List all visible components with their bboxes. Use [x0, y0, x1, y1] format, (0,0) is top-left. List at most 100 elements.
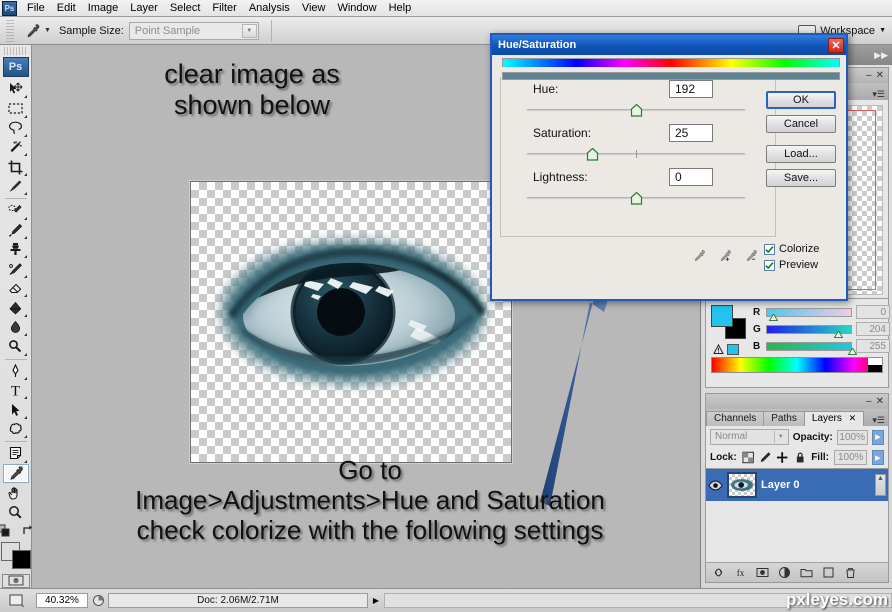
blue-slider-thumb[interactable]: [847, 347, 857, 355]
lightness-value-field[interactable]: 0: [669, 168, 713, 186]
layer-visibility-eye-icon[interactable]: [708, 479, 723, 492]
gamut-warning-icon[interactable]: [713, 344, 724, 355]
lightness-slider-handle[interactable]: [630, 192, 643, 205]
colorize-checkbox[interactable]: [764, 243, 775, 255]
layers-scrollbar[interactable]: ▲: [875, 474, 886, 496]
close-icon[interactable]: ✕: [876, 70, 884, 81]
tool-preset-chevron-icon[interactable]: ▼: [44, 27, 51, 34]
preview-row[interactable]: Preview: [764, 259, 838, 271]
white-black-swatches[interactable]: [868, 358, 882, 372]
red-slider[interactable]: [766, 307, 852, 321]
delete-layer-icon[interactable]: [844, 566, 857, 579]
history-brush-tool[interactable]: [3, 259, 29, 278]
add-mask-icon[interactable]: [756, 566, 769, 579]
hue-slider[interactable]: [527, 104, 745, 117]
path-selection-tool[interactable]: [3, 400, 29, 419]
chevron-down-icon[interactable]: ▼: [241, 23, 257, 38]
blend-mode-select[interactable]: Normal ▼: [710, 429, 789, 445]
lock-image-icon[interactable]: [759, 451, 771, 464]
menu-layer[interactable]: Layer: [124, 0, 164, 17]
gradient-tool[interactable]: [3, 298, 29, 317]
notes-tool[interactable]: [3, 444, 29, 463]
menu-help[interactable]: Help: [383, 0, 418, 17]
layer-name[interactable]: Layer 0: [761, 479, 800, 491]
quick-mask-button[interactable]: [1, 573, 30, 589]
healing-brush-tool[interactable]: [3, 201, 29, 220]
red-value[interactable]: 0: [856, 305, 890, 319]
menu-image[interactable]: Image: [82, 0, 125, 17]
new-layer-icon[interactable]: [822, 566, 835, 579]
lock-all-icon[interactable]: [794, 451, 806, 464]
colorize-row[interactable]: Colorize: [764, 243, 838, 255]
fill-value[interactable]: 100%: [833, 450, 867, 465]
green-slider[interactable]: [766, 324, 852, 338]
color-panel-foreground-swatch[interactable]: [711, 305, 733, 327]
default-colors-icon[interactable]: [0, 524, 13, 538]
layer-row[interactable]: Layer 0 ▲: [706, 468, 888, 501]
chevron-down-icon[interactable]: ▼: [773, 431, 787, 443]
minimize-icon[interactable]: –: [866, 70, 872, 81]
menu-filter[interactable]: Filter: [206, 0, 242, 17]
marquee-tool[interactable]: [3, 99, 29, 118]
move-tool[interactable]: [3, 80, 29, 99]
tab-channels[interactable]: Channels: [706, 411, 765, 426]
eyedropper-plus-icon[interactable]: [718, 249, 732, 263]
eyedropper-tool[interactable]: [2, 463, 29, 484]
panel-menu-icon[interactable]: ▾☰: [872, 89, 888, 100]
link-layers-icon[interactable]: [712, 566, 725, 579]
tab-paths[interactable]: Paths: [763, 411, 805, 426]
hue-slider-handle[interactable]: [630, 104, 643, 117]
eyedropper-icon[interactable]: [692, 249, 706, 263]
expand-panels-icon[interactable]: ▶▶: [874, 50, 888, 61]
lasso-tool[interactable]: [3, 119, 29, 138]
toolbar-grip[interactable]: [3, 47, 28, 55]
status-expand-icon[interactable]: ▶: [368, 596, 384, 605]
saturation-value-field[interactable]: 25: [669, 124, 713, 142]
saturation-slider[interactable]: [527, 148, 745, 161]
opacity-stepper-icon[interactable]: ▶: [872, 429, 884, 445]
hue-value-field[interactable]: 192: [669, 80, 713, 98]
load-button[interactable]: Load...: [766, 145, 836, 163]
preview-checkbox[interactable]: [764, 259, 775, 271]
crop-tool[interactable]: [3, 157, 29, 176]
layer-style-fx-icon[interactable]: fx: [734, 566, 747, 579]
tab-close-icon[interactable]: ✕: [849, 413, 857, 423]
options-bar-grip[interactable]: [6, 19, 14, 42]
layer-thumbnail[interactable]: [727, 472, 757, 498]
background-color-swatch[interactable]: [11, 549, 31, 569]
panel-menu-icon[interactable]: ▾☰: [872, 415, 888, 426]
magic-wand-tool[interactable]: [3, 138, 29, 157]
brush-tool[interactable]: [3, 221, 29, 240]
clone-stamp-tool[interactable]: [3, 240, 29, 259]
lock-transparency-icon[interactable]: [742, 451, 754, 464]
lightness-slider[interactable]: [527, 192, 745, 205]
hue-saturation-dialog[interactable]: Hue/Saturation ✕ Edit: Master ▼ Hue: 192: [490, 33, 848, 301]
tab-layers[interactable]: Layers ✕: [803, 411, 865, 426]
chevron-down-icon[interactable]: ▼: [879, 27, 886, 34]
menu-window[interactable]: Window: [331, 0, 382, 17]
pen-tool[interactable]: [3, 362, 29, 381]
cancel-button[interactable]: Cancel: [766, 115, 836, 133]
new-adjustment-layer-icon[interactable]: [778, 566, 791, 579]
screen-mode-button[interactable]: [0, 593, 32, 608]
zoom-tool[interactable]: [3, 503, 29, 522]
blur-tool[interactable]: [3, 318, 29, 337]
blue-value[interactable]: 255: [856, 339, 890, 353]
eyedropper-minus-icon[interactable]: [744, 249, 758, 263]
close-icon[interactable]: ✕: [828, 37, 844, 53]
close-icon[interactable]: ✕: [876, 396, 884, 407]
zoom-level-field[interactable]: 40.32%: [36, 593, 88, 608]
dialog-titlebar[interactable]: Hue/Saturation ✕: [492, 35, 846, 55]
green-slider-thumb[interactable]: [834, 330, 844, 338]
minimize-icon[interactable]: –: [866, 396, 872, 407]
menu-analysis[interactable]: Analysis: [243, 0, 296, 17]
color-spectrum-ramp[interactable]: [711, 357, 883, 373]
menu-view[interactable]: View: [296, 0, 332, 17]
fill-stepper-icon[interactable]: ▶: [871, 450, 884, 465]
new-group-icon[interactable]: [800, 566, 813, 579]
menu-edit[interactable]: Edit: [51, 0, 82, 17]
document-info[interactable]: Doc: 2.06M/2.71M: [108, 593, 368, 608]
lock-position-icon[interactable]: [776, 451, 788, 464]
sample-size-select[interactable]: Point Sample ▼: [128, 21, 259, 40]
dodge-tool[interactable]: [3, 337, 29, 356]
